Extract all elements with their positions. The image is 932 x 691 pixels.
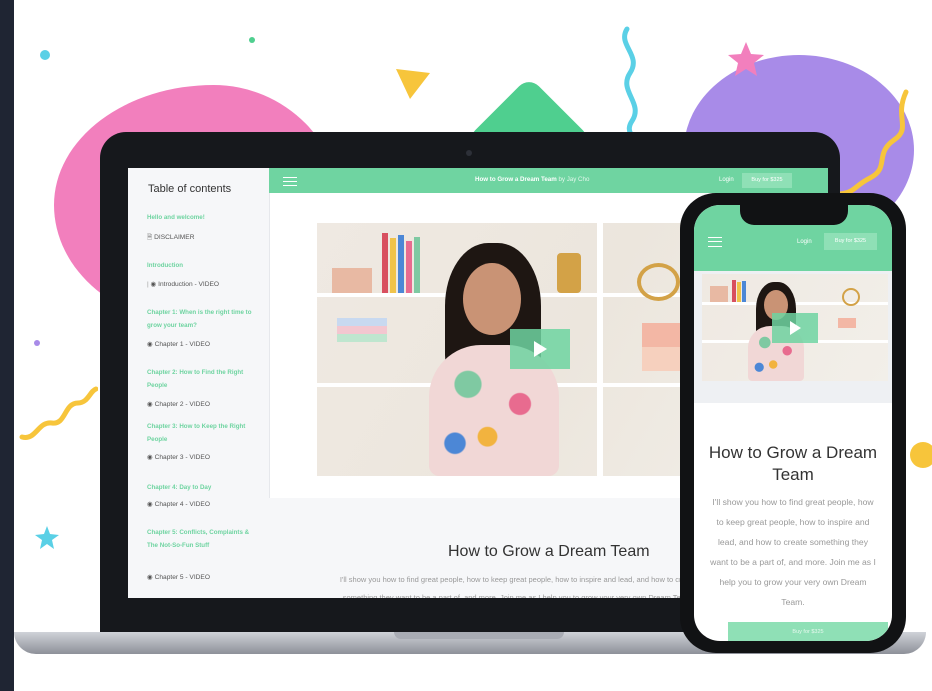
play-circle-icon: ◉: [147, 341, 153, 348]
phone-notch: [740, 205, 848, 225]
book: [398, 235, 404, 293]
toc-item[interactable]: ◉ Chapter 4 - VIDEO: [147, 500, 210, 508]
hamburger-menu-icon[interactable]: [283, 177, 297, 186]
box: [642, 347, 682, 371]
toc-section-title[interactable]: Introduction: [147, 259, 257, 272]
book: [406, 241, 412, 293]
toc-item[interactable]: ◉ Chapter 5 - VIDEO: [147, 573, 210, 581]
book: [732, 280, 736, 302]
course-title: How to Grow a Dream Team: [708, 443, 878, 484]
toc-section-title[interactable]: Chapter 5: Conflicts, Complaints & The N…: [147, 526, 257, 552]
cyan-star-decoration: [35, 526, 59, 549]
phone-screen: Login Buy for $325 How to Grow a Dream T…: [694, 205, 892, 641]
course-description: I'll show you how to find great people, …: [710, 497, 876, 607]
gold-ring-decor: [637, 263, 680, 301]
yellow-triangle-decoration: [396, 69, 430, 99]
course-title-header: How to Grow a Dream Team by Jay Cho: [475, 176, 590, 183]
hamburger-menu-icon[interactable]: [708, 237, 722, 247]
buy-cta-button[interactable]: Buy for $325: [728, 622, 888, 641]
vase: [557, 253, 581, 293]
box: [838, 318, 856, 328]
toc-section-title[interactable]: Chapter 2: How to Find the Right People: [147, 366, 257, 392]
play-circle-icon: ◉: [147, 401, 153, 408]
book: [332, 268, 372, 293]
play-circle-icon: ◉: [147, 501, 153, 508]
shelf: [597, 223, 603, 476]
book: [337, 326, 387, 334]
course-description: I'll show you how to find great people, …: [339, 575, 697, 598]
yellow-squiggle-decoration: [837, 89, 909, 197]
toc-section-title[interactable]: Chapter 1: When is the right time to gro…: [147, 306, 257, 332]
cyan-squiggle-decoration: [622, 26, 643, 145]
play-button-icon[interactable]: [510, 329, 570, 369]
login-link[interactable]: Login: [797, 239, 812, 245]
toc-item[interactable]: | ◉ Introduction - VIDEO: [147, 280, 219, 288]
yellow-wave-decoration: [19, 386, 98, 440]
gold-ring-decor: [842, 288, 860, 306]
toc-title: Table of contents: [148, 183, 232, 195]
document-icon: 🗎: [147, 234, 153, 241]
promo-canvas: Table of contents Hello and welcome! 🗎 D…: [14, 0, 932, 691]
box: [642, 323, 682, 347]
purple-dot-decoration: [34, 340, 40, 346]
book: [742, 281, 746, 302]
laptop-base-notch: [394, 632, 564, 639]
course-title: How to Grow a Dream Team: [448, 543, 650, 560]
course-header-bar: How to Grow a Dream Team by Jay Cho Logi…: [269, 168, 828, 193]
play-button-icon[interactable]: [772, 313, 818, 343]
book: [382, 233, 388, 293]
book: [390, 238, 396, 293]
cyan-dot-decoration: [40, 50, 50, 60]
book: [337, 318, 387, 326]
book: [737, 282, 741, 302]
phone-video-area: [694, 271, 892, 403]
person-face: [463, 263, 521, 335]
play-circle-icon: ◉: [147, 574, 153, 581]
toc-section-title[interactable]: Chapter 3: How to Keep the Right People: [147, 420, 257, 446]
laptop-camera: [466, 150, 472, 156]
book: [337, 334, 387, 342]
toc-section-title[interactable]: Hello and welcome!: [147, 211, 257, 224]
play-circle-icon: ◉: [147, 454, 153, 461]
buy-button[interactable]: Buy for $325: [742, 173, 792, 188]
yellow-dot-decoration: [910, 442, 932, 468]
play-circle-icon: ◉: [150, 281, 157, 288]
course-video[interactable]: [702, 274, 888, 381]
book: [710, 286, 728, 302]
table-of-contents: Table of contents Hello and welcome! 🗎 D…: [128, 168, 270, 598]
green-dot-decoration: [249, 37, 255, 43]
buy-button[interactable]: Buy for $325: [824, 233, 877, 250]
toc-section-title[interactable]: Chapter 4: Day to Day: [147, 481, 257, 494]
toc-item[interactable]: ◉ Chapter 3 - VIDEO: [147, 453, 210, 461]
book: [414, 237, 420, 293]
login-link[interactable]: Login: [719, 177, 734, 183]
pink-star-decoration: [728, 42, 764, 76]
toc-item[interactable]: 🗎 DISCLAIMER: [147, 233, 194, 244]
toc-item[interactable]: ◉ Chapter 2 - VIDEO: [147, 400, 210, 408]
toc-item[interactable]: ◉ Chapter 1 - VIDEO: [147, 340, 210, 348]
